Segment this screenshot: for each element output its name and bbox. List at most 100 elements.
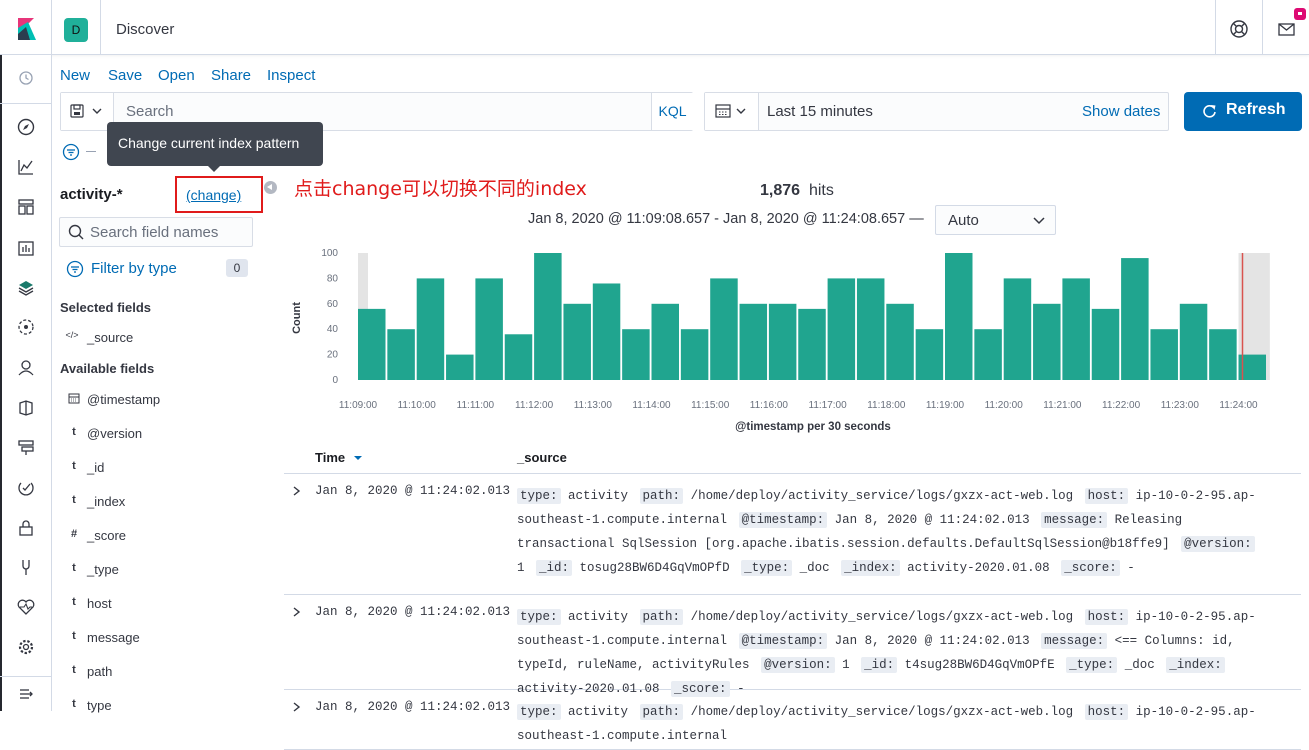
chevron-right-icon[interactable] xyxy=(292,607,302,617)
dashboard-icon[interactable] xyxy=(16,197,36,217)
news-feed[interactable] xyxy=(1262,0,1309,55)
field-key: @timestamp: xyxy=(738,512,828,528)
field-search-input[interactable] xyxy=(90,218,250,246)
field-key: _id: xyxy=(536,560,573,576)
kibana-logo-icon xyxy=(18,18,36,40)
chevron-right-icon[interactable] xyxy=(292,486,302,496)
table-row[interactable]: Jan 8, 2020 @ 11:24:02.013 type: activity… xyxy=(284,474,1301,595)
table-row[interactable]: Jan 8, 2020 @ 11:24:02.013 type: activity… xyxy=(284,690,1301,750)
field-key: _score: xyxy=(1061,560,1120,576)
field-item[interactable]: t host xyxy=(60,592,275,616)
field-item[interactable]: t path xyxy=(60,660,275,684)
field-value: Jan 8, 2020 @ 11:24:02.013 xyxy=(827,513,1030,527)
histogram-chart: 0 20 40 60 80 100 11:09:00 11:10:00 11:11:00 11:1… xyxy=(284,240,1284,440)
field-key: @timestamp: xyxy=(738,633,828,649)
field-key: @version: xyxy=(761,657,835,673)
refresh-button[interactable]: Refresh xyxy=(1184,92,1302,131)
field-item[interactable]: t _id xyxy=(60,456,275,480)
doc-time: Jan 8, 2020 @ 11:24:02.013 xyxy=(315,700,511,714)
quick-menu-button[interactable] xyxy=(705,93,759,130)
collapse-sidebar-icon[interactable] xyxy=(264,181,277,194)
time-range-text: Jan 8, 2020 @ 11:09:08.657 - Jan 8, 2020… xyxy=(528,211,924,227)
annotation-text: 点击change可以切换不同的index xyxy=(294,178,587,200)
calendar-icon xyxy=(715,104,746,118)
menu-save[interactable]: Save xyxy=(108,67,142,84)
filter-divider xyxy=(86,151,96,152)
field-value: activity xyxy=(560,705,629,719)
field-item[interactable]: t @version xyxy=(60,422,275,446)
field-key: host: xyxy=(1084,609,1129,625)
field-item[interactable]: t message xyxy=(60,626,275,650)
kibana-logo[interactable] xyxy=(0,0,52,55)
field-item[interactable]: </> _source xyxy=(60,326,275,350)
field-name: @version xyxy=(87,426,143,441)
y-tick-label: 80 xyxy=(327,273,339,284)
infra-icon[interactable] xyxy=(16,438,36,458)
canvas-icon[interactable] xyxy=(16,238,36,258)
menu-open[interactable]: Open xyxy=(158,67,195,84)
string-type-icon: t xyxy=(72,494,76,506)
histogram-bar xyxy=(798,308,826,380)
management-icon[interactable] xyxy=(16,637,36,657)
field-item[interactable]: @timestamp xyxy=(60,388,275,412)
x-tick-label: 11:15:00 xyxy=(691,400,730,411)
discover-icon[interactable] xyxy=(16,117,36,137)
field-key: _type: xyxy=(741,560,793,576)
field-item[interactable]: t _type xyxy=(60,558,275,582)
interval-select[interactable]: Auto xyxy=(935,205,1056,235)
space-selector[interactable]: D xyxy=(52,0,101,55)
ml-icon[interactable] xyxy=(16,317,36,337)
change-index-link[interactable]: (change) xyxy=(186,187,241,203)
field-item[interactable]: t _index xyxy=(60,490,275,514)
y-tick-label: 60 xyxy=(327,299,339,310)
sort-down-icon[interactable] xyxy=(353,454,363,462)
x-tick-label: 11:16:00 xyxy=(750,400,789,411)
histogram-bar xyxy=(475,278,503,380)
doc-source: type: activity path: /home/deploy/activi… xyxy=(517,700,1267,748)
x-axis-label: @timestamp per 30 seconds xyxy=(735,421,891,433)
maps-icon[interactable] xyxy=(16,278,36,298)
breadcrumb-discover[interactable]: Discover xyxy=(116,21,174,38)
field-value: Jan 8, 2020 @ 11:24:02.013 xyxy=(827,634,1030,648)
apm-icon[interactable] xyxy=(16,478,36,498)
selected-fields-title: Selected fields xyxy=(60,300,152,315)
date-picker: Last 15 minutes Show dates xyxy=(704,92,1169,131)
field-name: path xyxy=(87,664,113,679)
clock-icon[interactable] xyxy=(16,68,36,88)
kql-button[interactable]: KQL xyxy=(651,93,693,130)
collapse-nav-button[interactable] xyxy=(0,676,52,711)
siem-icon[interactable] xyxy=(16,358,36,378)
histogram-bar xyxy=(622,329,650,380)
devtools-icon[interactable] xyxy=(16,557,36,577)
uptime-icon[interactable] xyxy=(16,518,36,538)
menu-share[interactable]: Share xyxy=(211,67,251,84)
field-value: 1 xyxy=(834,658,850,672)
left-navigation xyxy=(0,55,52,711)
time-range-label[interactable]: Last 15 minutes xyxy=(767,103,873,120)
histogram-bar xyxy=(1003,278,1032,380)
y-tick-label: 100 xyxy=(321,248,338,259)
menu-inspect[interactable]: Inspect xyxy=(267,67,315,84)
column-time[interactable]: Time xyxy=(315,450,363,465)
column-time-label: Time xyxy=(315,450,346,465)
field-key: _index: xyxy=(841,560,900,576)
filter-count-badge: 0 xyxy=(226,259,248,277)
field-item[interactable]: t type xyxy=(60,694,275,718)
filter-by-type-button[interactable]: Filter by type 0 xyxy=(66,259,256,279)
show-dates-link[interactable]: Show dates xyxy=(1082,103,1160,120)
table-row[interactable]: Jan 8, 2020 @ 11:24:02.013 type: activity… xyxy=(284,595,1301,697)
logs-icon[interactable] xyxy=(16,398,36,418)
monitoring-icon[interactable] xyxy=(16,597,36,617)
field-item[interactable]: # _score xyxy=(60,524,275,548)
field-value: /home/deploy/activity_service/logs/gxzx-… xyxy=(683,610,1074,624)
string-type-icon: t xyxy=(72,460,76,472)
field-value: tosug28BW6D4GqVmOPfD xyxy=(572,561,730,575)
filter-icon[interactable] xyxy=(62,143,80,161)
x-tick-label: 11:13:00 xyxy=(574,400,613,411)
visualize-icon[interactable] xyxy=(16,157,36,177)
tooltip: Change current index pattern xyxy=(107,122,323,166)
histogram-bar xyxy=(592,283,621,380)
menu-new[interactable]: New xyxy=(60,67,90,84)
help-menu[interactable] xyxy=(1215,0,1262,55)
field-key: path: xyxy=(639,488,684,504)
